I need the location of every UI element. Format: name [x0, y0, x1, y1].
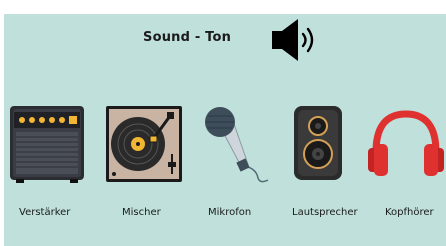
microphone-icon: [200, 104, 280, 186]
label-headphones: Kopfhörer: [385, 207, 434, 218]
amplifier-icon: [8, 104, 88, 186]
page-frame: Sound - Ton Verstärker Mischer Mikrofon …: [0, 0, 446, 246]
speaker-sound-icon: [270, 17, 322, 63]
headphones-icon: [366, 104, 446, 186]
turntable-icon: [104, 104, 184, 186]
label-loudspeaker: Lautsprecher: [292, 207, 358, 218]
loudspeaker-icon: [288, 104, 368, 186]
label-amplifier: Verstärker: [19, 207, 71, 218]
label-microphone: Mikrofon: [208, 207, 252, 218]
label-mixer: Mischer: [122, 207, 161, 218]
page-title: Sound - Ton: [143, 30, 232, 45]
